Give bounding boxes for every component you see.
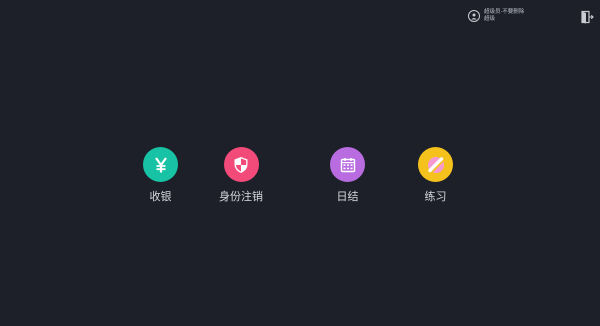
menu-item-daily-close[interactable]: 日结 <box>330 147 365 204</box>
menu-item-cashier[interactable]: 收银 <box>143 147 178 204</box>
user-role: 超级 <box>484 16 496 22</box>
calendar-icon <box>330 147 365 182</box>
menu-label-identity-cancel: 身份注销 <box>219 190 263 203</box>
menu-item-practice[interactable]: 练习 <box>418 147 453 204</box>
practice-icon <box>418 147 453 182</box>
main-menu: 收银 身份注销 日结 练习 <box>0 147 600 207</box>
menu-label-practice: 练习 <box>424 190 447 203</box>
logout-button[interactable] <box>580 9 594 24</box>
user-info[interactable]: 超级员·不要删除 超级 <box>468 9 524 23</box>
menu-label-cashier: 收银 <box>149 190 172 203</box>
user-name: 超级员·不要删除 <box>484 9 525 15</box>
menu-item-identity-cancel[interactable]: 身份注销 <box>219 147 263 204</box>
user-text: 超级员·不要删除 超级 <box>484 9 524 23</box>
yen-icon <box>143 147 178 182</box>
user-avatar-icon <box>468 10 480 22</box>
shield-icon <box>223 147 259 182</box>
menu-label-daily-close: 日结 <box>336 190 359 203</box>
launcher-screen: 超级员·不要删除 超级 收银 身份注销 日结 练习 <box>0 0 600 326</box>
logout-door-icon <box>581 10 594 24</box>
